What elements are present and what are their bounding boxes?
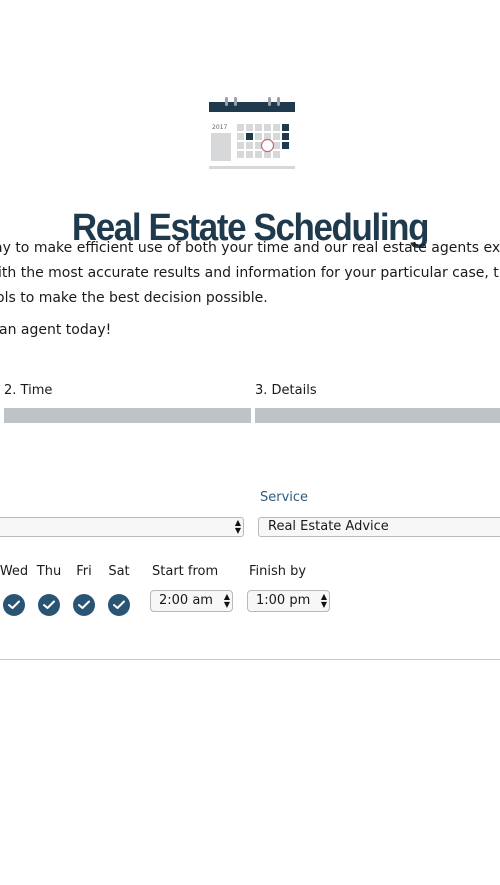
step-time-label[interactable]: 2. Time [4, 383, 52, 398]
start-from-select[interactable]: 2:00 am ▲ ▼ [150, 590, 233, 612]
calendar-year: 2017 [212, 124, 227, 131]
day-label-wed: Wed [0, 564, 29, 579]
intro-line-2: ith the most accurate results and inform… [0, 265, 500, 281]
finish-by-select[interactable]: 1:00 pm ▲ ▼ [247, 590, 330, 612]
day-label-thu: Thu [36, 564, 62, 579]
finish-by-value: 1:00 pm [256, 593, 311, 608]
start-from-value: 2:00 am [159, 593, 213, 608]
step-details-label[interactable]: 3. Details [255, 383, 317, 398]
calendar-icon: 2017 [209, 97, 295, 169]
start-from-label: Start from [152, 564, 219, 579]
intro-line-1: ay to make efficient use of both your ti… [0, 240, 500, 256]
service-label: Service [260, 490, 309, 505]
checkmark-icon [113, 600, 125, 609]
intro-description: ay to make efficient use of both your ti… [0, 236, 500, 311]
intro-cta: an agent today! [0, 322, 112, 338]
step-details-progress [255, 408, 500, 423]
select-arrows-icon: ▲ ▼ [234, 518, 241, 535]
service-select[interactable]: Real Estate Advice [258, 517, 500, 537]
location-select[interactable]: ▲ ▼ [0, 517, 244, 537]
day-checkbox-sat[interactable] [108, 594, 130, 616]
day-label-sat: Sat [108, 564, 130, 579]
checkmark-icon [8, 600, 20, 609]
checkmark-icon [78, 600, 90, 609]
finish-by-label: Finish by [249, 564, 307, 579]
section-divider [0, 659, 500, 660]
service-select-value: Real Estate Advice [268, 519, 389, 534]
day-label-fri: Fri [76, 564, 92, 579]
select-arrows-icon: ▲ ▼ [223, 592, 230, 609]
day-checkbox-fri[interactable] [73, 594, 95, 616]
intro-line-3: ols to make the best decision possible. [0, 290, 268, 306]
day-checkbox-thu[interactable] [38, 594, 60, 616]
page: 2017 Real Estate Scheduling ay to make e… [0, 0, 500, 885]
step-time-progress [4, 408, 251, 423]
select-arrows-icon: ▲ ▼ [320, 592, 327, 609]
checkmark-icon [43, 600, 55, 609]
day-checkbox-wed[interactable] [3, 594, 25, 616]
